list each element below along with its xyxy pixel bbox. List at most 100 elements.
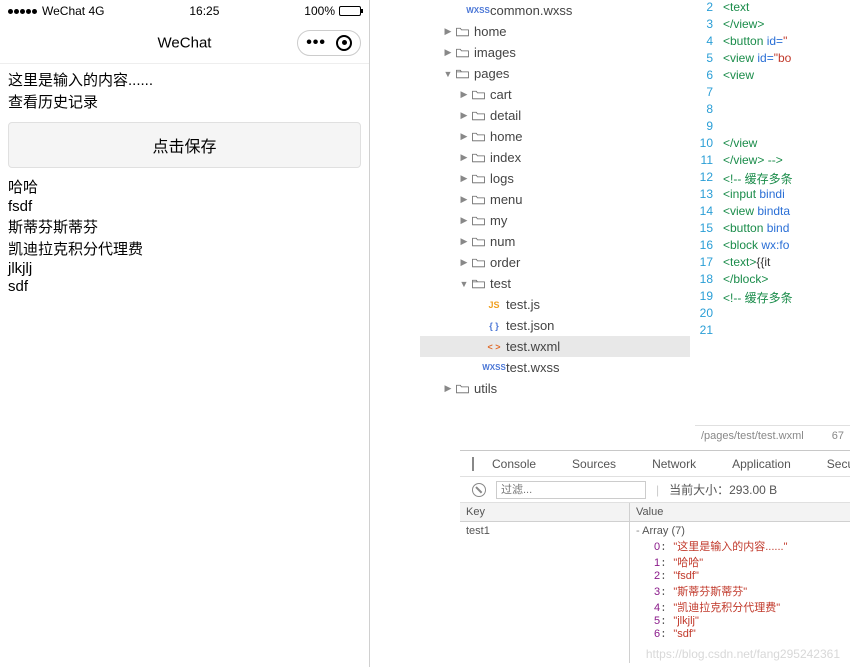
code-line[interactable]: 14 <view bindta (695, 204, 850, 221)
code-line[interactable]: 6 <view (695, 68, 850, 85)
array-entry[interactable]: 0: "这里是输入的内容......" (636, 538, 844, 554)
history-link[interactable]: 查看历史记录 (8, 91, 361, 112)
code-editor[interactable]: 2 <text 3 </view> 4 <button id=" 5 <view… (695, 0, 850, 420)
folder-icon (470, 110, 486, 121)
file-common-wxss[interactable]: WXSS common.wxss (420, 0, 690, 21)
devtools-filter-bar: | 当前大小：293.00 B (460, 477, 850, 503)
editor-path: /pages/test/test.wxml (701, 430, 804, 442)
file-test.wxml[interactable]: < > test.wxml (420, 336, 690, 357)
folder-icon (470, 194, 486, 205)
code-line[interactable]: 18 </block> (695, 272, 850, 289)
list-item: fsdf (8, 198, 361, 215)
code-line[interactable]: 12 <!-- 缓存多条 (695, 170, 850, 187)
storage-value-row[interactable]: - Array (7) 0: "这里是输入的内容......" 1: "哈哈" … (630, 522, 850, 644)
code-line[interactable]: 11 </view> --> (695, 153, 850, 170)
list-item: jlkjlj (8, 260, 361, 277)
editor-cursor: 67 (832, 430, 844, 442)
carrier-label: WeChat 4G (42, 4, 104, 18)
code-line[interactable]: 2 <text (695, 0, 850, 17)
storage-key-row[interactable]: test1 (460, 522, 629, 540)
folder-icon (470, 131, 486, 142)
folder-images[interactable]: ▶ images (420, 42, 690, 63)
input-echo-text: 这里是输入的内容...... (8, 69, 361, 90)
folder-cart[interactable]: ▶ cart (420, 84, 690, 105)
code-line[interactable]: 4 <button id=" (695, 34, 850, 51)
array-entry[interactable]: 5: "jlkjlj" (636, 615, 844, 628)
code-line[interactable]: 10 </view (695, 136, 850, 153)
folder-icon (470, 215, 486, 226)
folder-icon (470, 89, 486, 100)
code-line[interactable]: 5 <view id="bo (695, 51, 850, 68)
folder-test[interactable]: ▼ test (420, 273, 690, 294)
editor-status-bar: /pages/test/test.wxml 67 (695, 425, 850, 446)
array-entry[interactable]: 4: "凯迪拉克积分代理费" (636, 599, 844, 615)
folder-detail[interactable]: ▶ detail (420, 105, 690, 126)
clock: 16:25 (189, 4, 219, 18)
file-explorer: WXSS common.wxss ▶ home ▶ images ▼ pages… (420, 0, 690, 445)
file-test.wxss[interactable]: WXSS test.wxss (420, 357, 690, 378)
folder-pages[interactable]: ▼ pages (420, 63, 690, 84)
list-item: 斯蒂芬斯蒂芬 (8, 216, 361, 237)
code-line[interactable]: 17 <text>{{it (695, 255, 850, 272)
code-line[interactable]: 9 (695, 119, 850, 136)
array-entry[interactable]: 1: "哈哈" (636, 554, 844, 570)
more-icon[interactable]: ••• (306, 34, 326, 52)
folder-home[interactable]: ▶ home (420, 126, 690, 147)
folder-utils[interactable]: ▶ utils (420, 378, 690, 399)
close-target-icon[interactable] (336, 35, 352, 51)
clear-icon[interactable] (472, 483, 486, 497)
navbar-title: WeChat (158, 34, 212, 51)
folder-icon (454, 383, 470, 394)
array-entry[interactable]: 2: "fsdf" (636, 570, 844, 583)
folder-icon (470, 173, 486, 184)
list-item: 凯迪拉克积分代理费 (8, 238, 361, 259)
value-header: Value (630, 503, 850, 522)
code-line[interactable]: 21 (695, 323, 850, 340)
devtools-tab-console[interactable]: Console (492, 457, 536, 471)
list-item: sdf (8, 278, 361, 295)
inspect-icon[interactable] (472, 457, 474, 471)
code-line[interactable]: 19 <!-- 缓存多条 (695, 289, 850, 306)
file-test.js[interactable]: JS test.js (420, 294, 690, 315)
page-content: 这里是输入的内容...... 查看历史记录 点击保存 哈哈fsdf斯蒂芬斯蒂芬凯… (0, 64, 369, 300)
folder-home[interactable]: ▶ home (420, 21, 690, 42)
save-button[interactable]: 点击保存 (8, 122, 361, 168)
code-line[interactable]: 16 <block wx:fo (695, 238, 850, 255)
storage-size-label: 当前大小：293.00 B (669, 481, 777, 498)
code-line[interactable]: 3 </view> (695, 17, 850, 34)
folder-order[interactable]: ▶ order (420, 252, 690, 273)
mini-program-capsule[interactable]: ••• (297, 30, 361, 56)
array-entry[interactable]: 6: "sdf" (636, 628, 844, 641)
folder-icon (470, 236, 486, 247)
signal-and-carrier: WeChat 4G (8, 4, 104, 18)
status-bar: WeChat 4G 16:25 100% (0, 0, 369, 22)
folder-icon (454, 47, 470, 58)
folder-num[interactable]: ▶ num (420, 231, 690, 252)
devtools-tab-application[interactable]: Application (732, 457, 791, 471)
file-test.json[interactable]: { } test.json (420, 315, 690, 336)
folder-menu[interactable]: ▶ menu (420, 189, 690, 210)
simulator-phone: WeChat 4G 16:25 100% WeChat ••• 这里是输入的内容… (0, 0, 370, 667)
code-line[interactable]: 8 (695, 102, 850, 119)
code-line[interactable]: 20 (695, 306, 850, 323)
watermark: https://blog.csdn.net/fang295242361 (646, 647, 840, 661)
battery-percent: 100% (304, 4, 335, 18)
battery-icon (339, 6, 361, 16)
code-line[interactable]: 7 (695, 85, 850, 102)
folder-my[interactable]: ▶ my (420, 210, 690, 231)
folder-open-icon (454, 68, 470, 79)
devtools-tab-security[interactable]: Security (827, 457, 850, 471)
code-line[interactable]: 13 <input bindi (695, 187, 850, 204)
devtools-tabs: Console Sources Network Application Security… (460, 451, 850, 477)
array-entry[interactable]: 3: "斯蒂芬斯蒂芬" (636, 583, 844, 599)
devtools-panel: Console Sources Network Application Security… (460, 450, 850, 667)
folder-icon (470, 257, 486, 268)
code-line[interactable]: 15 <button bind (695, 221, 850, 238)
folder-index[interactable]: ▶ index (420, 147, 690, 168)
folder-icon (470, 152, 486, 163)
devtools-tab-sources[interactable]: Sources (572, 457, 616, 471)
folder-logs[interactable]: ▶ logs (420, 168, 690, 189)
folder-open-icon (470, 278, 486, 289)
filter-input[interactable] (496, 481, 646, 499)
devtools-tab-network[interactable]: Network (652, 457, 696, 471)
